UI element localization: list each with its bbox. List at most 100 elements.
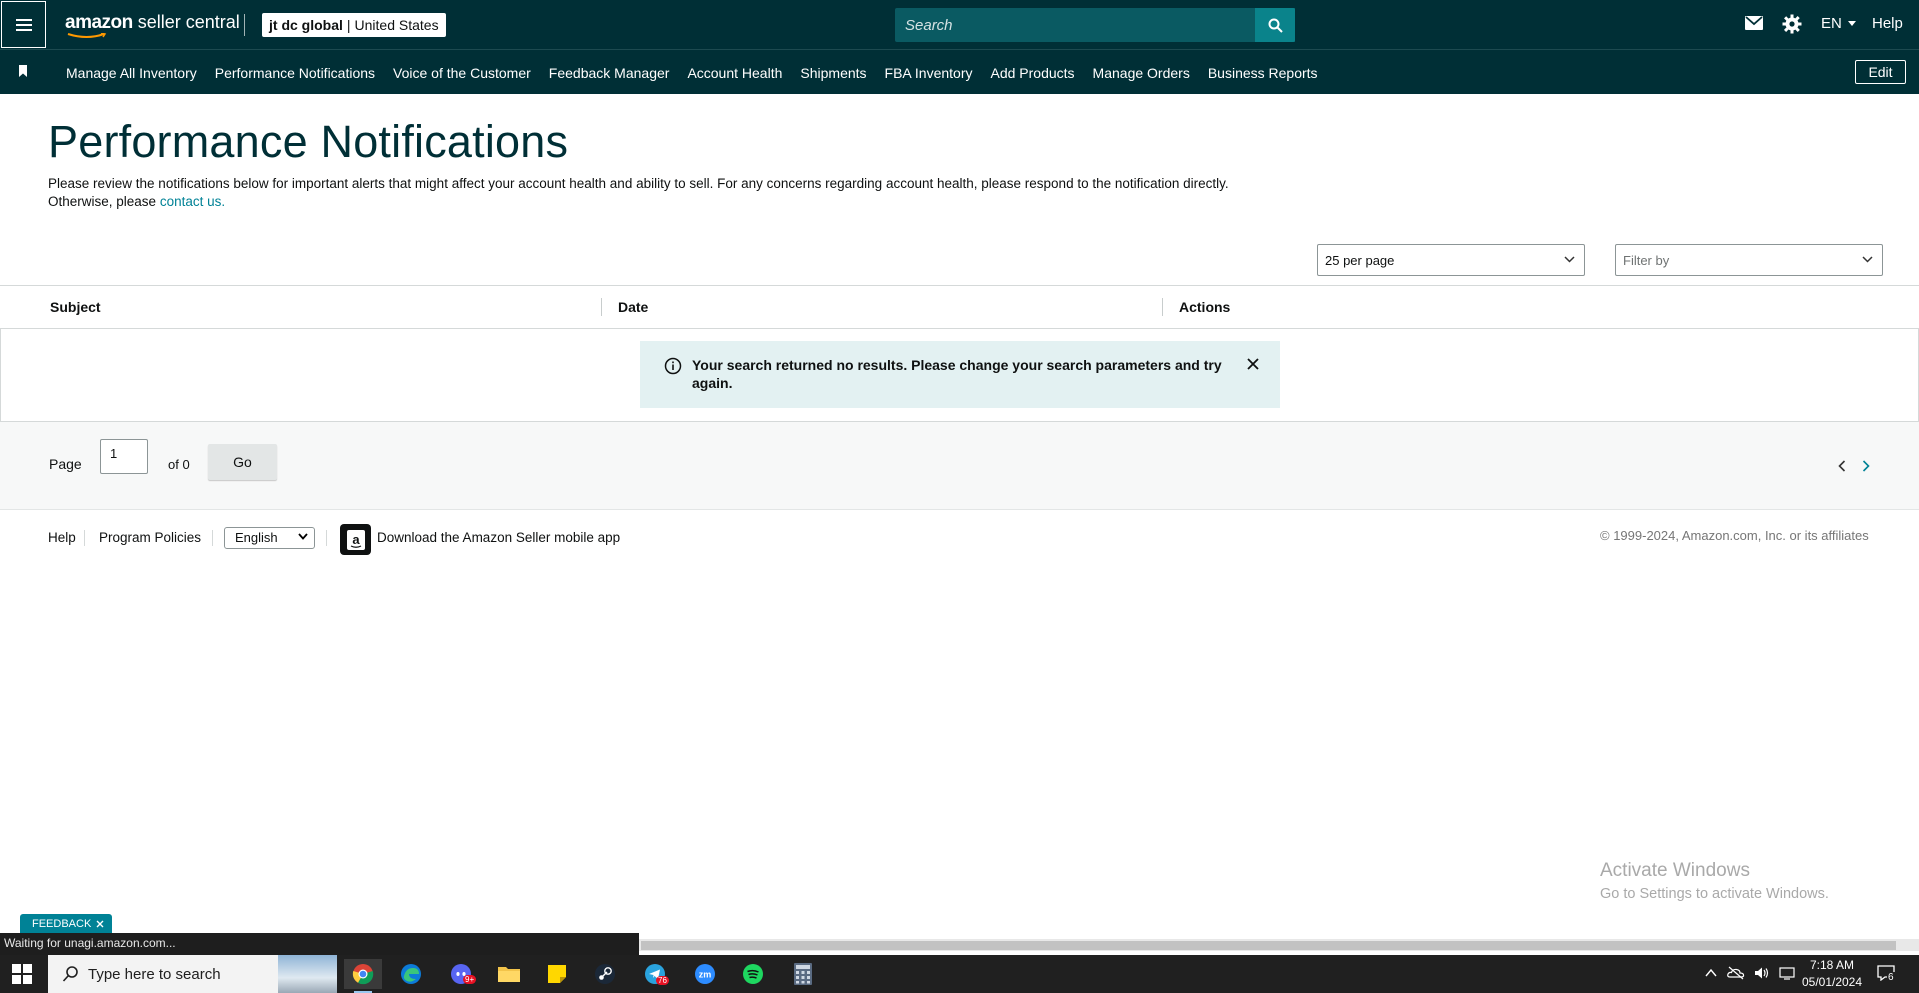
intro-text: Please review the notifications below fo… — [48, 176, 1229, 209]
column-divider — [601, 298, 602, 316]
nav-item-voice-of-the-customer[interactable]: Voice of the Customer — [384, 65, 540, 81]
calculator-icon — [794, 963, 812, 985]
download-app-link[interactable]: Download the Amazon Seller mobile app — [377, 530, 620, 545]
chevron-right-icon[interactable] — [1862, 460, 1870, 472]
column-divider — [1162, 298, 1163, 316]
browser-status-bar: Waiting for unagi.amazon.com... — [0, 933, 639, 955]
nav-item-manage-orders[interactable]: Manage Orders — [1084, 65, 1199, 81]
svg-text:a: a — [352, 532, 360, 547]
nav-item-manage-all-inventory[interactable]: Manage All Inventory — [57, 65, 206, 81]
bookmark-icon[interactable] — [18, 65, 28, 78]
search-input[interactable]: Search — [895, 8, 1295, 42]
column-header-subject[interactable]: Subject — [50, 299, 101, 315]
windows-start-icon[interactable] — [12, 964, 32, 984]
contact-us-link[interactable]: contact us. — [160, 194, 225, 209]
file-explorer-app[interactable] — [490, 959, 528, 989]
footer-help-link[interactable]: Help — [48, 530, 76, 545]
spotify-app[interactable] — [734, 959, 772, 989]
language-selector[interactable]: EN — [1821, 15, 1857, 32]
notification-center-button[interactable]: 6 — [1877, 965, 1895, 986]
edit-nav-button[interactable]: Edit — [1855, 60, 1906, 84]
footer: Help Program Policies English a Download… — [0, 510, 1919, 570]
chevron-down-icon — [1564, 256, 1575, 263]
zoom-icon: zm — [695, 964, 715, 984]
column-header-actions: Actions — [1179, 299, 1231, 315]
notification-count: 6 — [1887, 972, 1895, 983]
nav-item-add-products[interactable]: Add Products — [981, 65, 1083, 81]
amazon-a-icon: a — [346, 529, 365, 550]
telegram-app[interactable]: 76 — [636, 959, 674, 989]
horizontal-scrollbar[interactable] — [639, 939, 1919, 951]
nav-item-performance-notifications[interactable]: Performance Notifications — [206, 65, 384, 81]
per-page-select[interactable]: 25 per page — [1317, 244, 1585, 276]
nav-item-business-reports[interactable]: Business Reports — [1199, 65, 1327, 81]
spotify-icon — [743, 964, 763, 984]
sticky-notes-app[interactable] — [538, 959, 576, 989]
program-policies-link[interactable]: Program Policies — [99, 530, 201, 545]
chrome-icon — [352, 964, 374, 985]
scrollbar-thumb[interactable] — [641, 941, 1896, 950]
edge-icon — [401, 964, 421, 984]
page-total: of 0 — [168, 457, 190, 472]
gear-icon[interactable] — [1782, 14, 1802, 34]
copyright: © 1999-2024, Amazon.com, Inc. or its aff… — [1600, 528, 1869, 543]
menu-icon — [15, 18, 32, 31]
sticky-notes-icon — [548, 965, 566, 983]
mail-icon[interactable] — [1745, 15, 1763, 31]
chevron-down-icon — [1862, 256, 1873, 263]
feedback-tab[interactable]: FEEDBACK — [20, 914, 112, 933]
windows-taskbar: Type here to search 9+ 76 zm 7:18 AM 05/… — [0, 955, 1919, 993]
search-button[interactable] — [1255, 8, 1295, 42]
nav-bar: Manage All Inventory Performance Notific… — [0, 49, 1919, 94]
steam-app[interactable] — [586, 959, 624, 989]
search-icon — [62, 966, 78, 982]
steam-icon — [595, 964, 615, 984]
clock[interactable]: 7:18 AM 05/01/2024 — [1800, 957, 1864, 991]
footer-language-select[interactable]: English — [224, 527, 315, 549]
volume-icon[interactable] — [1754, 966, 1770, 980]
footer-divider — [326, 530, 327, 546]
header-help-link[interactable]: Help — [1872, 15, 1903, 32]
network-icon[interactable] — [1779, 966, 1797, 980]
amazon-smile-icon — [67, 33, 107, 38]
svg-text:zm: zm — [699, 970, 712, 980]
table-header: Subject Date Actions — [0, 285, 1919, 329]
alert-message: Your search returned no results. Please … — [692, 357, 1222, 391]
nav-item-account-health[interactable]: Account Health — [678, 65, 791, 81]
no-results-alert: Your search returned no results. Please … — [640, 341, 1280, 408]
footer-divider — [212, 530, 213, 546]
filter-select[interactable]: Filter by — [1615, 244, 1883, 276]
system-tray — [1704, 966, 1797, 980]
zoom-app[interactable]: zm — [686, 959, 724, 989]
chrome-app[interactable] — [344, 959, 382, 993]
pagination: Page 1 of 0 Go — [0, 422, 1919, 510]
nav-item-feedback-manager[interactable]: Feedback Manager — [540, 65, 679, 81]
seller-central-logo[interactable]: amazon seller central — [65, 12, 240, 38]
onedrive-icon[interactable] — [1727, 966, 1745, 980]
discord-app[interactable]: 9+ — [442, 959, 480, 989]
account-switcher[interactable]: jt dc global | United States — [262, 13, 446, 37]
telegram-badge: 76 — [656, 976, 669, 985]
calculator-app[interactable] — [784, 959, 822, 989]
edge-app[interactable] — [392, 959, 430, 989]
top-bar: amazon seller central jt dc global | Uni… — [0, 0, 1919, 49]
activate-windows-watermark: Activate Windows Go to Settings to activ… — [1600, 860, 1829, 902]
page-number-input[interactable]: 1 — [100, 439, 148, 474]
nav-item-fba-inventory[interactable]: FBA Inventory — [876, 65, 982, 81]
close-icon[interactable] — [96, 920, 104, 928]
taskbar-search[interactable]: Type here to search — [48, 955, 337, 993]
footer-divider — [84, 530, 85, 546]
menu-button[interactable] — [1, 1, 46, 48]
nav-items: Manage All Inventory Performance Notific… — [57, 50, 1327, 95]
folder-icon — [498, 967, 520, 982]
nav-item-shipments[interactable]: Shipments — [791, 65, 875, 81]
close-icon[interactable] — [1246, 357, 1260, 371]
column-header-date[interactable]: Date — [618, 299, 648, 315]
amazon-app-icon[interactable]: a — [340, 524, 371, 555]
chevron-down-icon — [298, 533, 308, 540]
chevron-left-icon[interactable] — [1838, 460, 1846, 472]
chevron-up-icon[interactable] — [1704, 966, 1718, 980]
go-button[interactable]: Go — [208, 444, 277, 480]
page-title: Performance Notifications — [48, 116, 569, 167]
page-label: Page — [49, 456, 82, 472]
